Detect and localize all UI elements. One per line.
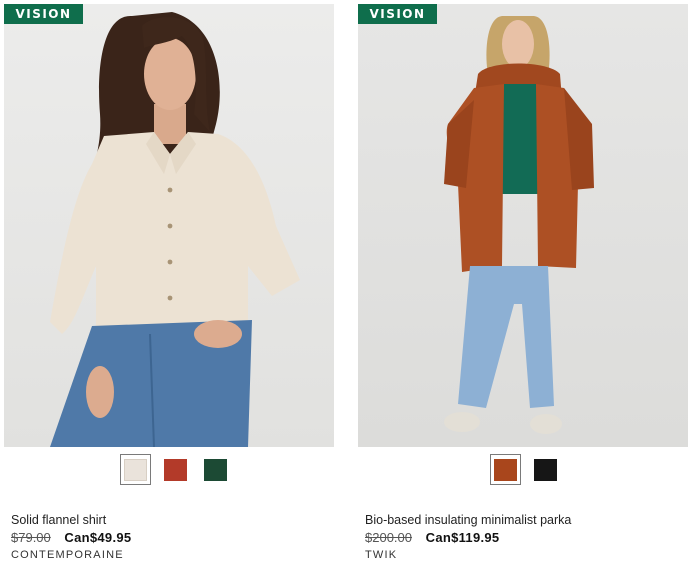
color-swatches [490, 454, 561, 485]
vision-badge: VISION [4, 4, 83, 24]
product-card-insulating-parka[interactable]: VISION Bio-based insulating minimalist p… [358, 0, 688, 568]
swatch-black[interactable] [530, 454, 561, 485]
product-image[interactable] [358, 4, 688, 447]
vision-badge: VISION [358, 4, 437, 24]
product-image[interactable] [4, 4, 334, 447]
original-price: $200.00 [365, 530, 412, 545]
product-brand: CONTEMPORAINE [11, 549, 124, 561]
flannel-shirt-model-photo [50, 12, 300, 447]
vision-badge-label: VISION [15, 7, 72, 21]
swatch-rust-orange[interactable] [490, 454, 521, 485]
product-name[interactable]: Solid flannel shirt [11, 513, 106, 527]
product-card-solid-flannel-shirt[interactable]: VISION Solid flannel shirt $79.00 Can$49… [4, 0, 334, 568]
sale-price: Can$49.95 [64, 530, 132, 545]
product-price: $79.00 Can$49.95 [11, 530, 131, 545]
swatch-rust-red[interactable] [160, 454, 191, 485]
product-brand: TWIK [365, 549, 398, 561]
swatch-dark-green[interactable] [200, 454, 231, 485]
product-price: $200.00 Can$119.95 [365, 530, 499, 545]
sale-price: Can$119.95 [425, 530, 500, 545]
vision-badge-label: VISION [369, 7, 426, 21]
product-name[interactable]: Bio-based insulating minimalist parka [365, 513, 571, 527]
color-swatches [120, 454, 231, 485]
insulating-parka-model-photo [444, 16, 594, 434]
original-price: $79.00 [11, 530, 51, 545]
swatch-cream[interactable] [120, 454, 151, 485]
